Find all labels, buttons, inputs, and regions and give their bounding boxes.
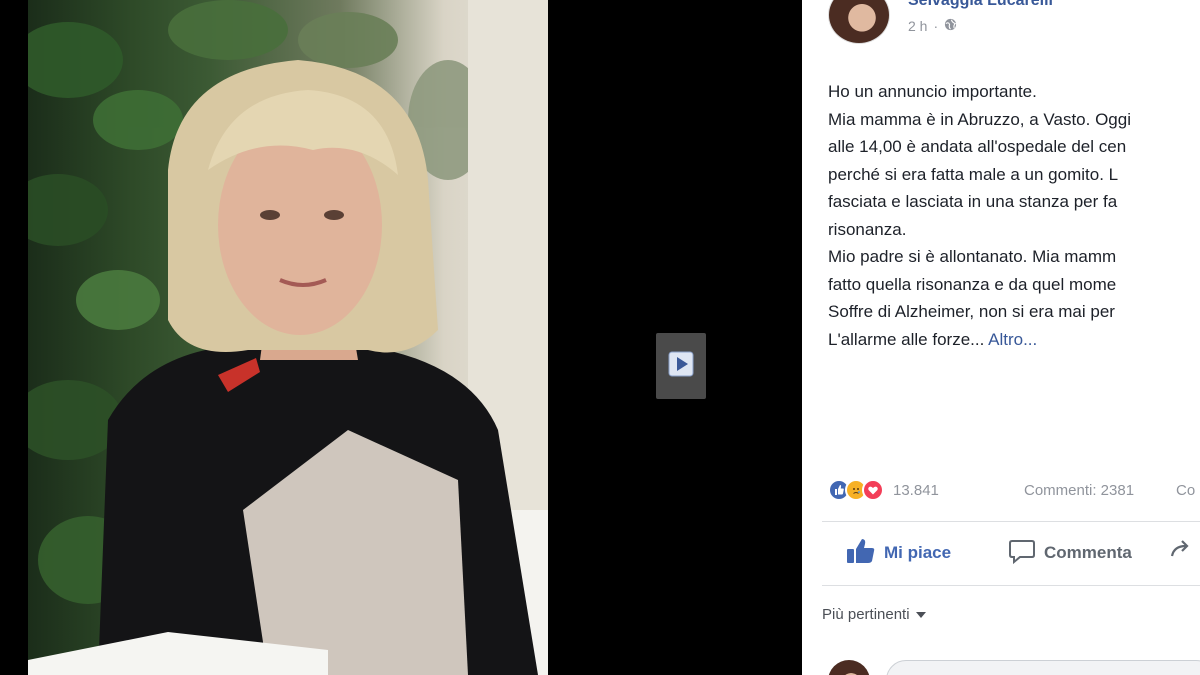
caret-down-icon (915, 606, 926, 623)
comment-input[interactable] (886, 660, 1200, 675)
post-text-line: Mia mamma è in Abruzzo, a Vasto. Oggi (828, 109, 1131, 129)
author-name[interactable]: Selvaggia Lucarelli (908, 0, 1053, 10)
divider (822, 585, 1200, 586)
reaction-count[interactable]: 13.841 (893, 482, 939, 499)
love-reaction-icon (862, 479, 884, 501)
comment-button[interactable]: Commenta (1008, 527, 1132, 579)
thumbs-up-icon (846, 537, 876, 570)
see-more-link[interactable]: Altro... (988, 330, 1037, 349)
reactions-summary[interactable]: 13.841 (828, 479, 939, 501)
post-text-line: risonanza. (828, 219, 907, 239)
post-action-bar: Mi piace Commenta (802, 527, 1200, 579)
post-panel: Selvaggia Lucarelli 2 h · Ho un annuncio… (802, 0, 1200, 675)
play-icon (668, 351, 694, 382)
photo-illustration (28, 0, 548, 675)
post-photo[interactable] (28, 0, 548, 675)
post-meta: 2 h · (908, 18, 957, 34)
dot-separator: · (933, 18, 939, 34)
author-avatar[interactable] (828, 0, 890, 44)
post-text-line: Ho un annuncio importante. (828, 82, 1037, 101)
like-button[interactable]: Mi piace (846, 527, 951, 579)
sort-label: Più pertinenti (822, 606, 910, 623)
comments-sort-dropdown[interactable]: Più pertinenti (822, 606, 926, 623)
share-icon (1166, 538, 1190, 569)
comments-count-link[interactable]: Commenti: 2381 (1024, 482, 1134, 499)
like-label: Mi piace (884, 543, 952, 562)
post-text-last-line: L'allarme alle forze... Altro... (828, 326, 1200, 354)
post-text-line: Mio padre si è allontanato. Mia mamm (828, 247, 1117, 266)
comment-label: Commenta (1044, 543, 1132, 562)
post-text-line: L'allarme alle forze... (828, 329, 989, 349)
divider (822, 521, 1200, 522)
post-text-line: alle 14,00 è andata all'ospedale del cen (828, 137, 1127, 156)
post-text-line: Soffre di Alzheimer, non si era mai per (828, 302, 1115, 321)
post-time[interactable]: 2 h (908, 18, 927, 34)
photo-viewer (0, 0, 802, 675)
post-text: Ho un annuncio importante. Mia mamma è i… (828, 78, 1200, 353)
post-text-line: fatto quella risonanza e da quel mome (828, 274, 1117, 294)
next-photo-button[interactable] (656, 333, 706, 399)
share-button[interactable] (1166, 527, 1190, 579)
viewer-avatar (828, 660, 870, 675)
globe-icon[interactable] (944, 18, 957, 34)
post-text-line: perché si era fatta male a un gomito. L (828, 164, 1119, 184)
post-text-line: fasciata e lasciata in una stanza per fa (828, 192, 1118, 211)
shares-count-link[interactable]: Co (1176, 482, 1195, 499)
comment-bubble-icon (1008, 537, 1036, 570)
